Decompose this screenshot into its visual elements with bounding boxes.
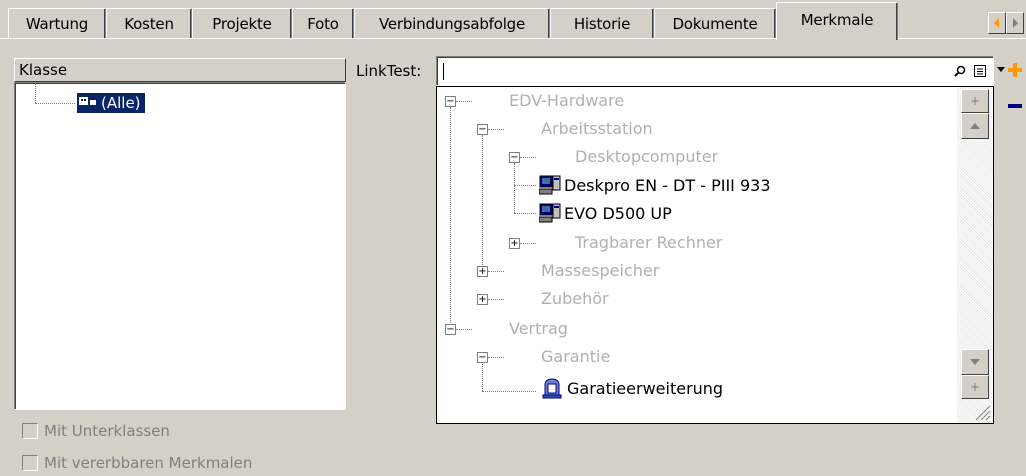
tab-scroll-left-button[interactable] (988, 12, 1006, 34)
computer-icon (539, 175, 561, 195)
scroll-collapse-button[interactable]: + (961, 375, 989, 399)
expand-toggle[interactable]: + (477, 266, 488, 277)
klasse-node-alle[interactable]: (Alle) (77, 93, 145, 113)
tree-connector (456, 329, 472, 330)
tab-foto[interactable]: Foto (292, 8, 354, 38)
tab-dokumente[interactable]: Dokumente (654, 8, 776, 38)
tree-connector (35, 103, 75, 104)
minus-icon (1008, 104, 1022, 108)
tree-item-zubehoer[interactable]: Zubehör (541, 289, 609, 308)
linktest-input[interactable] (436, 56, 994, 86)
mit-vererbbaren-merkmalen-label: Mit vererbbaren Merkmalen (44, 454, 253, 472)
collapse-toggle[interactable]: − (477, 124, 488, 135)
scroll-expand-button[interactable]: + (961, 89, 989, 113)
tree-item-garantie[interactable]: Garantie (541, 347, 610, 366)
vertical-scrollbar[interactable]: + + (957, 87, 993, 423)
plus-icon (1008, 63, 1022, 77)
class-group-icon (79, 97, 96, 105)
tree-connector (456, 101, 472, 102)
tree-item-arbeitsstation[interactable]: Arbeitsstation (541, 119, 653, 138)
tree-connector (482, 391, 536, 392)
magnifier-button[interactable] (951, 62, 969, 80)
tree-connector (35, 83, 36, 103)
checkbox-box[interactable] (22, 455, 38, 471)
klasse-node-label: (Alle) (101, 94, 141, 112)
list-view-button[interactable] (971, 62, 989, 80)
tree-connector (488, 271, 504, 272)
klasse-tree[interactable]: (Alle) (14, 82, 346, 410)
tree-item-vertrag[interactable]: Vertrag (509, 319, 568, 338)
tree-item-label: Deskpro EN - DT - PIII 933 (564, 175, 771, 195)
tree-connector (482, 361, 483, 391)
magnifier-icon (954, 65, 966, 77)
arrow-left-icon (994, 18, 999, 28)
collapse-toggle[interactable]: − (445, 96, 456, 107)
expand-toggle[interactable]: + (509, 238, 520, 249)
tree-item-deskpro[interactable]: Deskpro EN - DT - PIII 933 (539, 175, 771, 195)
tree-item-garatieerweiterung[interactable]: Garatieerweiterung (541, 377, 723, 399)
tree-item-evo[interactable]: EVO D500 UP (539, 203, 672, 223)
list-icon (974, 65, 986, 77)
tree-item-label: Garatieerweiterung (567, 378, 724, 398)
tree-connector (488, 129, 504, 130)
tab-scroll-right-button[interactable] (1006, 12, 1024, 34)
arrow-up-icon (970, 123, 980, 129)
mit-unterklassen-checkbox[interactable]: Mit Unterklassen (22, 422, 170, 440)
tree-connector (514, 213, 536, 214)
computer-icon (539, 203, 561, 223)
tab-verbindungsabfolge[interactable]: Verbindungsabfolge (354, 8, 550, 38)
checkbox-box[interactable] (22, 423, 38, 439)
tree-connector (514, 163, 515, 213)
tree-item-massespeicher[interactable]: Massespeicher (541, 261, 659, 280)
linktest-dropdown-tree[interactable]: − − − + + + − − EDV-Hardware Arbeitsstat… (436, 86, 994, 424)
remove-button[interactable] (1004, 94, 1026, 118)
tree-connector (482, 135, 483, 271)
tab-kosten[interactable]: Kosten (106, 8, 192, 38)
tree-item-tragbarer-rechner[interactable]: Tragbarer Rechner (575, 233, 722, 252)
tab-historie[interactable]: Historie (550, 8, 654, 38)
collapse-toggle[interactable]: − (509, 152, 520, 163)
resize-grip-icon[interactable] (971, 401, 991, 421)
tree-item-edv-hardware[interactable]: EDV-Hardware (509, 91, 624, 110)
tree-connector (520, 157, 536, 158)
tab-merkmale[interactable]: Merkmale (776, 2, 898, 40)
tab-projekte[interactable]: Projekte (192, 8, 292, 38)
tree-connector (488, 299, 504, 300)
mit-unterklassen-label: Mit Unterklassen (44, 422, 170, 440)
collapse-toggle[interactable]: − (445, 324, 456, 335)
text-caret (443, 63, 444, 80)
scroll-down-button[interactable] (961, 349, 989, 375)
tree-connector (520, 243, 536, 244)
contract-bell-icon (542, 378, 562, 399)
tree-connector (488, 357, 504, 358)
tree-item-desktopcomputer[interactable]: Desktopcomputer (575, 147, 718, 166)
arrow-down-icon (970, 359, 980, 365)
tree-connector (450, 107, 451, 329)
scroll-up-button[interactable] (961, 113, 989, 139)
arrow-right-icon (1013, 18, 1018, 28)
tab-wartung[interactable]: Wartung (8, 8, 106, 38)
tree-connector (514, 185, 536, 186)
linktest-label: LinkTest: (356, 62, 422, 80)
add-button[interactable] (1004, 58, 1026, 82)
expand-toggle[interactable]: + (477, 294, 488, 305)
tree-item-label: EVO D500 UP (564, 203, 672, 223)
klasse-column-header[interactable]: Klasse (14, 58, 346, 82)
mit-vererbbaren-merkmalen-checkbox[interactable]: Mit vererbbaren Merkmalen (22, 454, 252, 472)
collapse-toggle[interactable]: − (477, 352, 488, 363)
